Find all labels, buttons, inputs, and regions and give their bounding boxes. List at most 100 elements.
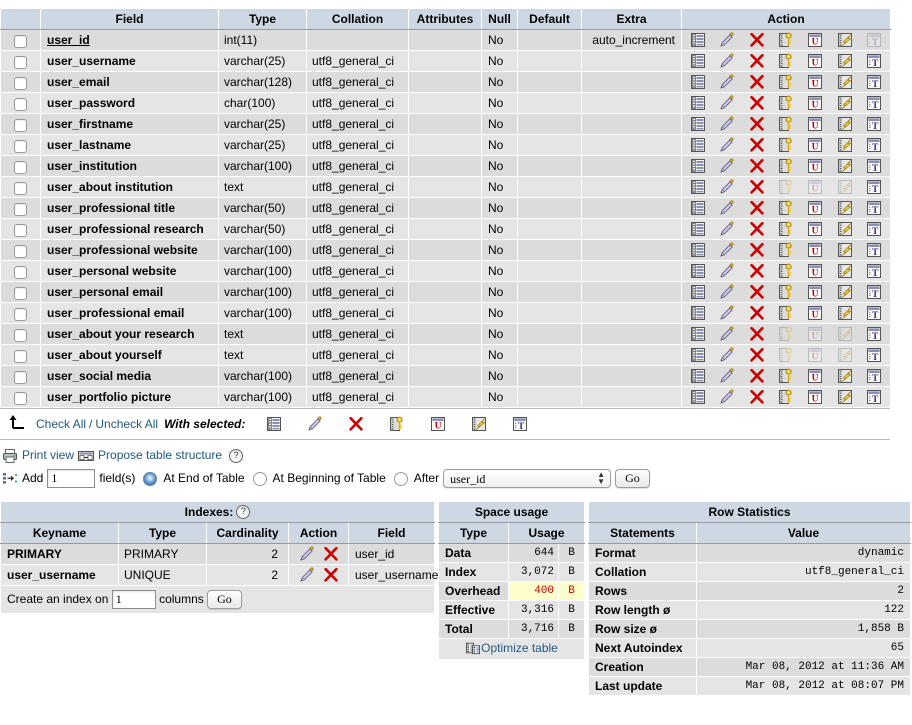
- browse-icon[interactable]: [684, 284, 712, 300]
- edit-icon[interactable]: [713, 326, 741, 342]
- unique-icon[interactable]: U: [801, 200, 829, 216]
- browse-icon[interactable]: [684, 74, 712, 90]
- fulltext-icon[interactable]: T: [860, 305, 888, 321]
- drop-icon[interactable]: [743, 305, 771, 321]
- edit-icon[interactable]: [713, 179, 741, 195]
- fulltext-icon[interactable]: T: [860, 53, 888, 69]
- unique-icon[interactable]: U: [801, 32, 829, 48]
- primary-key-icon[interactable]: [772, 242, 800, 258]
- field-name-cell[interactable]: user_portfolio picture: [40, 386, 219, 408]
- drop-icon[interactable]: [743, 95, 771, 111]
- field-name-cell[interactable]: user_username: [40, 50, 219, 72]
- row-checkbox[interactable]: [14, 244, 27, 258]
- unique-icon[interactable]: U: [801, 389, 829, 405]
- create-index-columns-input[interactable]: [111, 590, 156, 610]
- indexes-help-icon[interactable]: ?: [236, 505, 251, 520]
- check-all-link[interactable]: Check All: [36, 417, 86, 431]
- index-icon[interactable]: [831, 116, 859, 132]
- optimize-table-link[interactable]: Optimize table: [481, 641, 558, 655]
- field-name-cell[interactable]: user_professional website: [40, 239, 219, 261]
- field-name-cell[interactable]: user_lastname: [40, 134, 219, 156]
- edit-icon[interactable]: [713, 263, 741, 279]
- browse-icon[interactable]: [684, 32, 712, 48]
- fulltext-icon[interactable]: T: [860, 284, 888, 300]
- index-icon[interactable]: [831, 137, 859, 153]
- edit-icon[interactable]: [299, 567, 315, 583]
- drop-icon[interactable]: [743, 158, 771, 174]
- row-checkbox[interactable]: [14, 202, 27, 216]
- drop-icon[interactable]: [743, 32, 771, 48]
- index-icon[interactable]: [831, 74, 859, 90]
- primary-key-icon[interactable]: [772, 137, 800, 153]
- browse-icon[interactable]: [684, 305, 712, 321]
- browse-icon[interactable]: [684, 347, 712, 363]
- drop-icon[interactable]: [743, 263, 771, 279]
- primary-key-icon[interactable]: [772, 200, 800, 216]
- edit-icon[interactable]: [713, 221, 741, 237]
- primary-key-icon[interactable]: [772, 74, 800, 90]
- fulltext-icon[interactable]: T: [860, 368, 888, 384]
- index-icon[interactable]: [831, 221, 859, 237]
- with-selected-primary-key-icon[interactable]: [376, 416, 417, 432]
- row-checkbox[interactable]: [14, 286, 27, 300]
- row-checkbox[interactable]: [14, 76, 27, 90]
- row-checkbox[interactable]: [14, 391, 27, 405]
- index-icon[interactable]: [831, 53, 859, 69]
- field-name-cell[interactable]: user_professional research: [40, 218, 219, 240]
- edit-icon[interactable]: [713, 305, 741, 321]
- drop-icon[interactable]: [743, 284, 771, 300]
- unique-icon[interactable]: U: [801, 158, 829, 174]
- edit-icon[interactable]: [713, 368, 741, 384]
- row-checkbox[interactable]: [14, 370, 27, 384]
- browse-icon[interactable]: [684, 221, 712, 237]
- index-icon[interactable]: [831, 200, 859, 216]
- browse-icon[interactable]: [684, 95, 712, 111]
- unique-icon[interactable]: U: [801, 74, 829, 90]
- row-checkbox[interactable]: [14, 265, 27, 279]
- index-icon[interactable]: [831, 242, 859, 258]
- with-selected-index-icon[interactable]: [458, 416, 499, 432]
- after-field-select[interactable]: user_id: [443, 469, 612, 488]
- primary-key-icon[interactable]: [772, 53, 800, 69]
- drop-icon[interactable]: [743, 137, 771, 153]
- primary-key-icon[interactable]: [772, 389, 800, 405]
- drop-icon[interactable]: [743, 326, 771, 342]
- browse-icon[interactable]: [684, 326, 712, 342]
- row-checkbox[interactable]: [14, 139, 27, 153]
- unique-icon[interactable]: U: [801, 53, 829, 69]
- fulltext-icon[interactable]: T: [860, 263, 888, 279]
- with-selected-unique-icon[interactable]: U: [417, 416, 458, 432]
- index-icon[interactable]: [831, 158, 859, 174]
- primary-key-icon[interactable]: [772, 305, 800, 321]
- unique-icon[interactable]: U: [801, 368, 829, 384]
- index-icon[interactable]: [831, 389, 859, 405]
- primary-key-icon[interactable]: [772, 263, 800, 279]
- field-name-cell[interactable]: user_professional title: [40, 197, 219, 219]
- row-checkbox[interactable]: [14, 55, 27, 69]
- field-name-cell[interactable]: user_email: [40, 71, 219, 93]
- drop-icon[interactable]: [743, 116, 771, 132]
- unique-icon[interactable]: U: [801, 305, 829, 321]
- fulltext-icon[interactable]: T: [860, 200, 888, 216]
- browse-icon[interactable]: [684, 116, 712, 132]
- fulltext-icon[interactable]: T: [860, 116, 888, 132]
- index-icon[interactable]: [831, 95, 859, 111]
- field-name-cell[interactable]: user_about institution: [40, 176, 219, 198]
- fulltext-icon[interactable]: T: [860, 179, 888, 195]
- row-checkbox[interactable]: [14, 181, 27, 195]
- primary-key-icon[interactable]: [772, 221, 800, 237]
- browse-icon[interactable]: [684, 200, 712, 216]
- unique-icon[interactable]: U: [801, 221, 829, 237]
- row-checkbox[interactable]: [14, 307, 27, 321]
- help-icon[interactable]: ?: [229, 448, 244, 463]
- index-icon[interactable]: [831, 32, 859, 48]
- drop-icon[interactable]: [323, 567, 339, 583]
- create-index-go-button[interactable]: Go: [207, 590, 242, 610]
- drop-icon[interactable]: [743, 74, 771, 90]
- radio-at-beginning-of-table[interactable]: [252, 471, 267, 486]
- with-selected-drop-icon[interactable]: [335, 416, 376, 432]
- drop-icon[interactable]: [743, 53, 771, 69]
- uncheck-all-link[interactable]: Uncheck All: [95, 417, 158, 431]
- index-icon[interactable]: [831, 305, 859, 321]
- unique-icon[interactable]: U: [801, 284, 829, 300]
